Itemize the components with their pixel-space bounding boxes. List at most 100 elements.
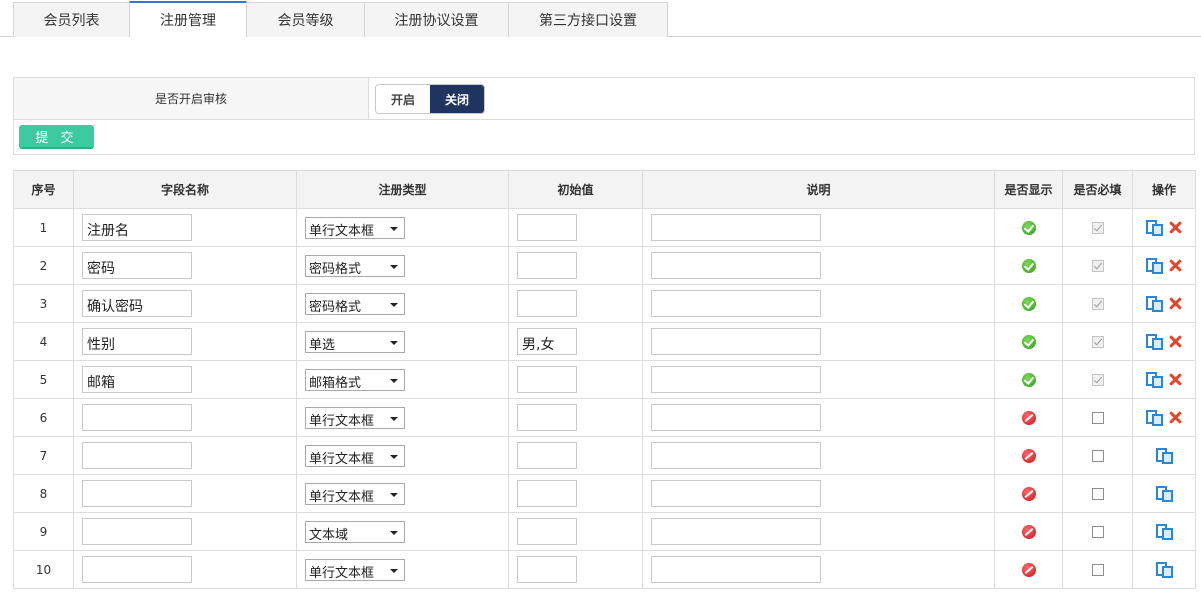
edit-copy-icon[interactable] [1146,333,1163,350]
edit-copy-icon[interactable] [1146,219,1163,236]
description-input[interactable] [651,556,821,583]
chevron-down-icon [390,226,398,231]
description-input[interactable] [651,214,821,241]
description-input[interactable] [651,404,821,431]
description-cell [642,246,995,285]
description-input[interactable] [651,252,821,279]
field-name-input[interactable] [82,442,192,469]
tab-third-party-interface[interactable]: 第三方接口设置 [508,2,668,37]
delete-x-icon[interactable] [1169,221,1182,234]
type-cell: 密码格式 [296,246,509,285]
edit-copy-icon[interactable] [1146,371,1163,388]
delete-x-icon[interactable] [1169,335,1182,348]
no-entry-icon[interactable] [1021,448,1036,463]
tab-member-list[interactable]: 会员列表 [13,2,130,37]
field-name-cell [73,398,297,437]
no-entry-icon[interactable] [1021,486,1036,501]
required-checkbox[interactable] [1091,564,1104,576]
required-checkbox[interactable] [1091,412,1104,424]
actions-cell [1132,550,1196,589]
check-circle-icon[interactable] [1021,296,1036,311]
check-circle-icon[interactable] [1021,334,1036,349]
check-circle-icon[interactable] [1021,258,1036,273]
required-checkbox[interactable] [1091,488,1104,500]
initial-value-input[interactable]: 男,女 [517,328,577,355]
edit-copy-icon[interactable] [1155,523,1173,540]
description-input[interactable] [651,366,821,393]
initial-value-input[interactable] [517,366,577,393]
type-select[interactable]: 单选 [305,330,405,353]
field-name-input[interactable] [82,480,192,507]
audit-toggle[interactable]: 开启 关闭 [375,84,485,114]
description-input[interactable] [651,442,821,469]
required-checkbox[interactable] [1091,526,1104,538]
tab-member-level[interactable]: 会员等级 [246,2,365,37]
required-checkbox[interactable] [1091,374,1104,386]
initial-value-input[interactable] [517,556,577,583]
delete-x-icon[interactable] [1169,411,1182,424]
check-circle-icon[interactable] [1021,372,1036,387]
edit-copy-icon[interactable] [1146,295,1163,312]
delete-x-icon[interactable] [1169,373,1182,386]
edit-copy-icon[interactable] [1146,257,1163,274]
type-select[interactable]: 单行文本框 [305,558,405,581]
initial-cell [508,398,643,437]
type-select[interactable]: 单行文本框 [305,216,405,239]
no-entry-icon[interactable] [1021,562,1036,577]
check-circle-icon[interactable] [1021,220,1036,235]
type-select[interactable]: 密码格式 [305,254,405,277]
edit-copy-icon[interactable] [1155,485,1173,502]
initial-value-input[interactable] [517,290,577,317]
type-select-value: 单行文本框 [309,413,375,429]
edit-copy-icon[interactable] [1155,447,1173,464]
toggle-off-option[interactable]: 关闭 [430,85,484,113]
field-name-input[interactable]: 邮箱 [82,366,192,393]
description-input[interactable] [651,480,821,507]
edit-copy-icon[interactable] [1155,561,1173,578]
type-select[interactable]: 单行文本框 [305,482,405,505]
field-name-input[interactable]: 密码 [82,252,192,279]
field-name-input[interactable] [82,404,192,431]
required-checkbox[interactable] [1091,336,1104,348]
submit-button[interactable]: 提 交 [19,125,94,149]
initial-value-input[interactable] [517,480,577,507]
delete-x-icon[interactable] [1169,259,1182,272]
toggle-on-option[interactable]: 开启 [376,85,430,113]
description-input[interactable] [651,328,821,355]
tab-registration-management[interactable]: 注册管理 [129,1,247,37]
table-header-row: 序号 字段名称 注册类型 初始值 说明 是否显示 是否必填 操作 [13,170,1196,209]
initial-cell [508,550,643,589]
delete-x-icon[interactable] [1169,297,1182,310]
type-select[interactable]: 文本域 [305,520,405,543]
description-input[interactable] [651,518,821,545]
field-name-input[interactable] [82,556,192,583]
required-checkbox[interactable] [1091,222,1104,234]
type-select[interactable]: 密码格式 [305,292,405,315]
field-name-input[interactable]: 确认密码 [82,290,192,317]
initial-value-input[interactable] [517,442,577,469]
required-checkbox[interactable] [1091,450,1104,462]
header-index: 序号 [13,170,74,209]
required-checkbox[interactable] [1091,298,1104,310]
required-checkbox[interactable] [1091,260,1104,272]
type-select[interactable]: 单行文本框 [305,444,405,467]
row-index: 7 [13,436,74,475]
field-name-input[interactable] [82,518,192,545]
no-entry-icon[interactable] [1021,524,1036,539]
header-visible: 是否显示 [994,170,1063,209]
initial-value-input[interactable] [517,214,577,241]
visible-cell [994,246,1063,285]
no-entry-icon[interactable] [1021,410,1036,425]
tab-registration-agreement[interactable]: 注册协议设置 [364,2,509,37]
edit-copy-icon[interactable] [1146,409,1163,426]
field-name-input[interactable]: 性别 [82,328,192,355]
description-input[interactable] [651,290,821,317]
initial-value-input[interactable] [517,518,577,545]
type-select[interactable]: 邮箱格式 [305,368,405,391]
field-name-input[interactable]: 注册名 [82,214,192,241]
initial-value-input[interactable] [517,404,577,431]
table-row: 7 单行文本框 [13,436,1196,475]
type-select[interactable]: 单行文本框 [305,406,405,429]
chevron-down-icon [390,492,398,497]
initial-value-input[interactable] [517,252,577,279]
